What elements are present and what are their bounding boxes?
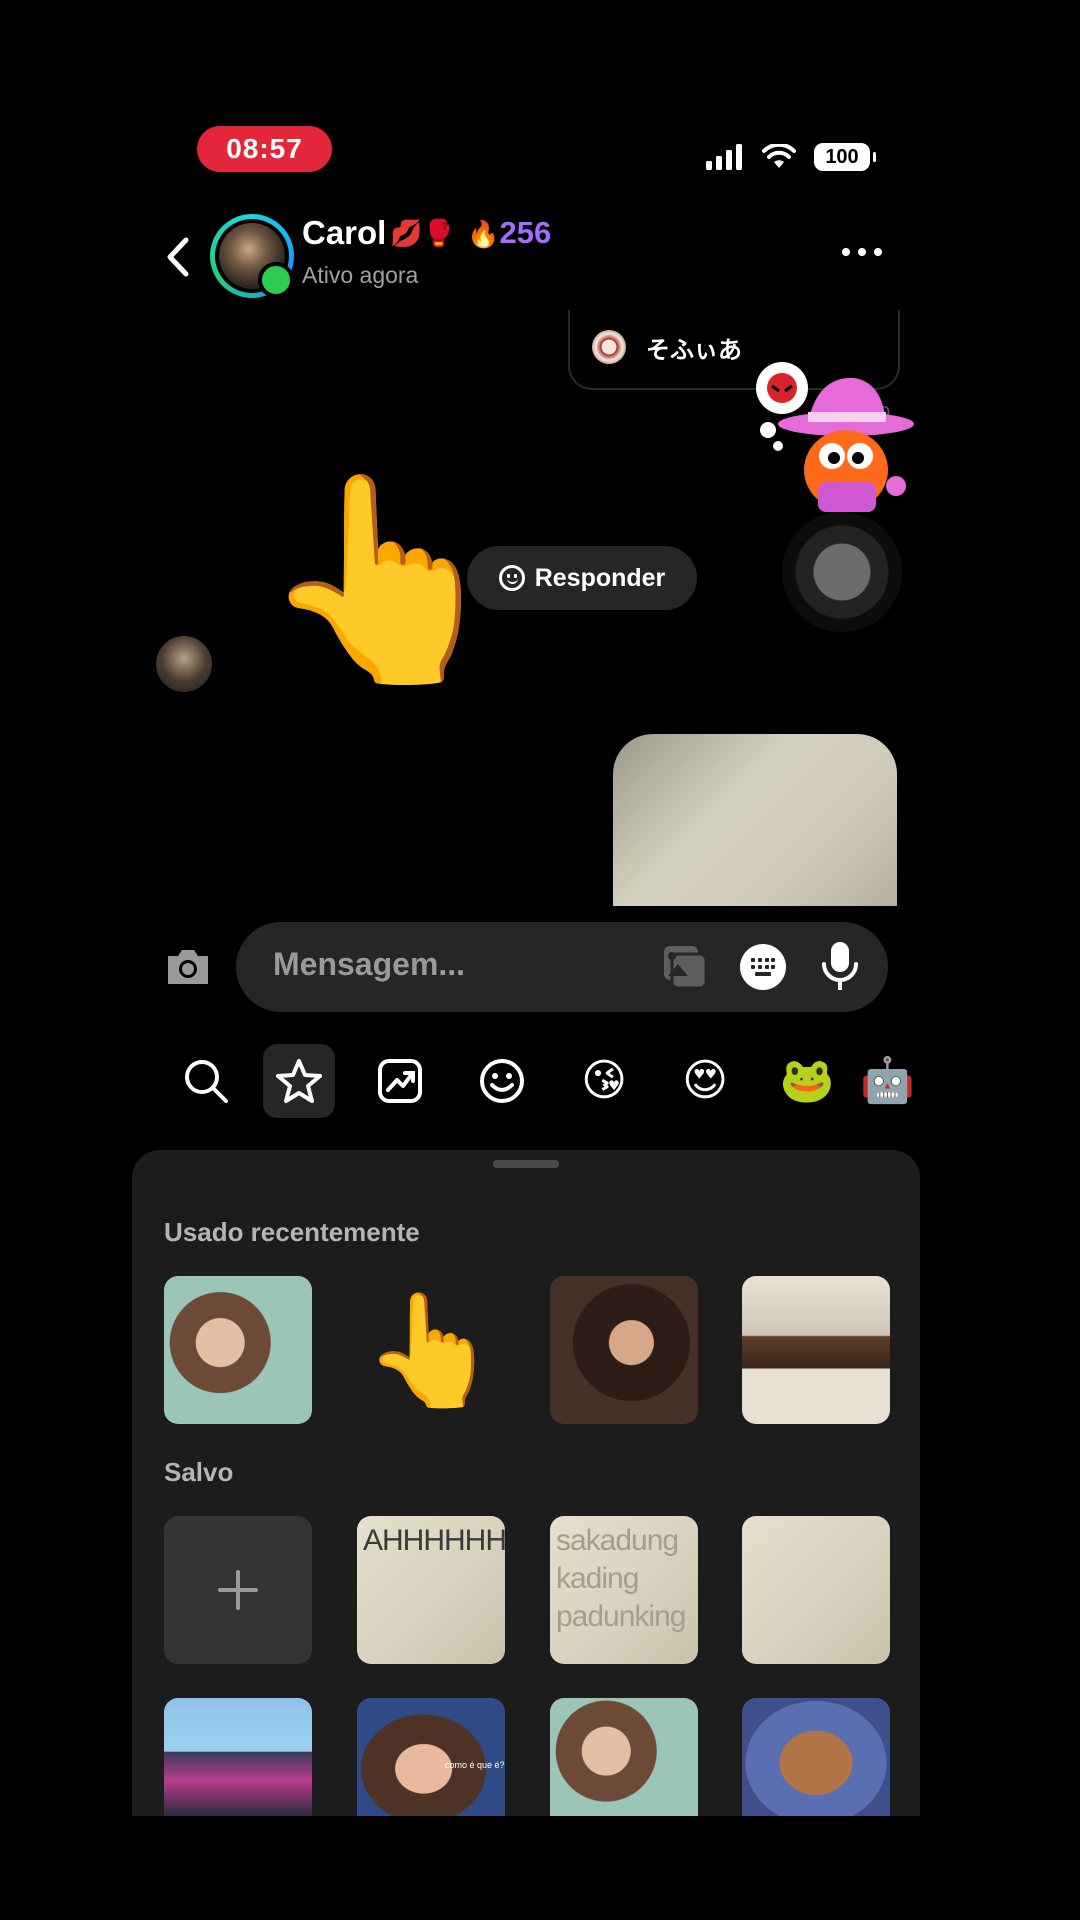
saved-gif-cartoon[interactable]	[742, 1698, 890, 1816]
streak-count: 256	[499, 215, 552, 250]
smiley-icon	[480, 1059, 524, 1103]
saved-gif-group[interactable]	[164, 1698, 312, 1816]
shared-post-username: そふぃあ	[646, 337, 742, 364]
saved-section-title: Salvo	[164, 1457, 234, 1487]
online-indicator	[258, 262, 294, 298]
status-icons: 100	[706, 140, 876, 174]
active-status: Ativo agora	[302, 262, 419, 288]
recent-emoji-sticker[interactable]: 👆	[357, 1276, 505, 1424]
plus-icon	[218, 1570, 258, 1610]
search-icon	[185, 1060, 228, 1103]
battery-icon: 100	[814, 143, 876, 171]
signal-icon	[706, 144, 742, 170]
saved-sticker-text: AHHHHHH	[363, 1524, 505, 1557]
microphone-icon[interactable]	[818, 940, 862, 992]
sticker-category-tabs: 😘 😍 🐸 🤖	[170, 1044, 920, 1118]
tab-favorites[interactable]	[263, 1044, 335, 1118]
message-input[interactable]: Mensagem...	[273, 946, 465, 983]
name-emojis: 💋🥊	[390, 217, 456, 248]
reply-button[interactable]: Responder	[467, 546, 697, 610]
recent-section-title: Usado recentemente	[164, 1217, 420, 1247]
recent-gif-2[interactable]	[550, 1276, 698, 1424]
tab-sticker-pack-2[interactable]: 😍	[669, 1044, 741, 1118]
saved-sticker-text: sakadung kading padunking	[556, 1524, 686, 1633]
contact-name-text: Carol	[302, 214, 387, 251]
saved-sticker-ahh[interactable]: AHHHHHH	[357, 1516, 505, 1664]
back-arrow-icon[interactable]	[160, 232, 196, 282]
shared-post-avatar	[592, 330, 626, 364]
status-time: 08:57	[197, 126, 332, 172]
record-button[interactable]	[782, 512, 902, 632]
reply-label: Responder	[534, 563, 666, 592]
streak-badge: 🔥256	[467, 215, 551, 251]
saved-sticker-sakadung[interactable]: sakadung kading padunking	[550, 1516, 698, 1664]
saved-gif-face[interactable]: como é que é?	[357, 1698, 505, 1816]
camera-icon[interactable]	[164, 946, 212, 988]
tab-emoji[interactable]	[466, 1044, 538, 1118]
more-options-icon[interactable]	[842, 248, 882, 256]
tab-trending[interactable]	[364, 1044, 436, 1118]
flame-icon: 🔥	[467, 219, 500, 249]
mascot-sticker-icon[interactable]	[748, 358, 918, 528]
add-sticker-button[interactable]	[164, 1516, 312, 1664]
recent-gif-3[interactable]	[742, 1276, 890, 1424]
wifi-icon	[762, 144, 796, 168]
sticker-keyboard-icon[interactable]	[740, 944, 786, 990]
star-icon	[276, 1059, 322, 1103]
saved-gif-laugh[interactable]	[550, 1698, 698, 1816]
tab-sticker-pack-4[interactable]: 🤖	[860, 1044, 920, 1118]
trending-icon	[378, 1059, 422, 1103]
saved-sticker-blank[interactable]	[742, 1516, 890, 1664]
tab-search[interactable]	[170, 1044, 242, 1118]
recent-gif-1[interactable]	[164, 1276, 312, 1424]
smile-icon	[498, 565, 525, 591]
sent-image-message[interactable]	[613, 734, 897, 906]
sender-avatar[interactable]	[156, 636, 212, 692]
gif-caption: como é que é?	[445, 1760, 505, 1770]
gallery-icon[interactable]	[662, 944, 708, 990]
tab-sticker-pack-3[interactable]: 🐸	[771, 1044, 843, 1118]
contact-name[interactable]: Carol 💋🥊 🔥256	[302, 214, 551, 252]
tab-sticker-pack-1[interactable]: 😘	[568, 1044, 640, 1118]
panel-drag-handle[interactable]	[493, 1160, 559, 1168]
